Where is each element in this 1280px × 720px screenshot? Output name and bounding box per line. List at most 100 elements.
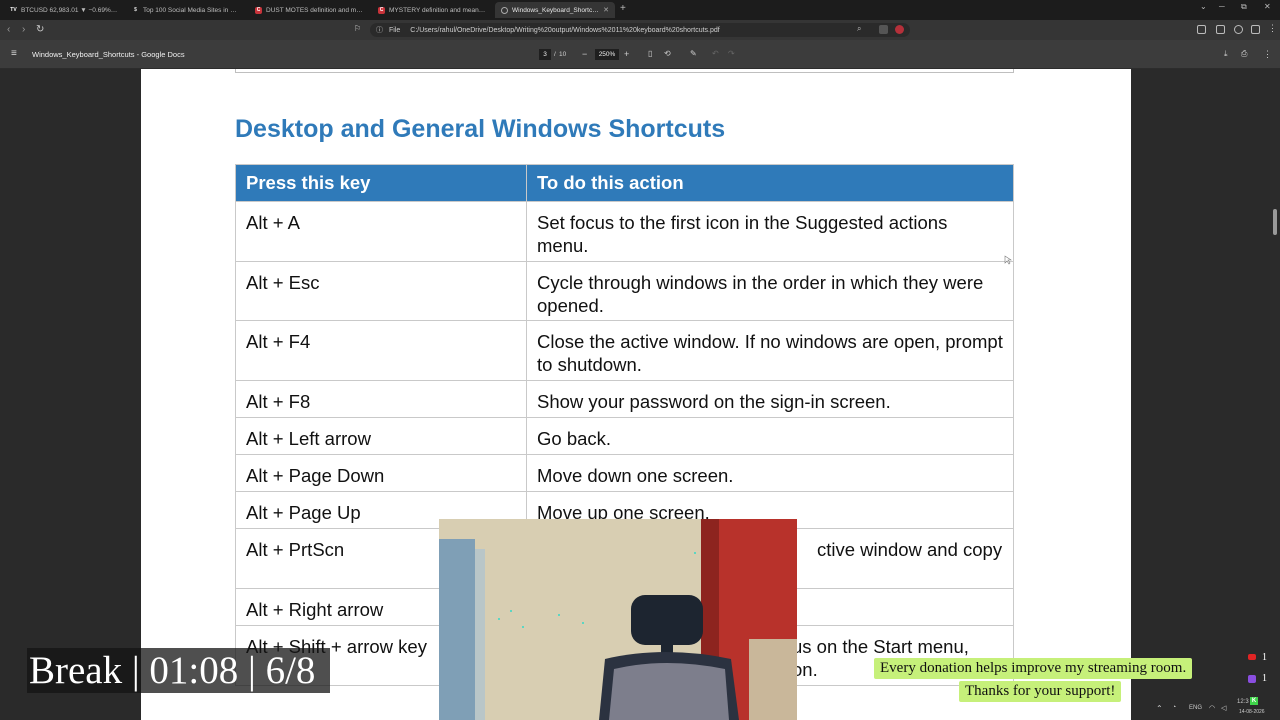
table-row: Alt + Left arrow Go back. [235,417,1014,455]
new-tab-button[interactable]: + [620,3,626,14]
table-row: Alt + A Set focus to the first icon in t… [235,201,1014,262]
download-icon[interactable]: ⤓ [1224,49,1228,59]
shield-icon[interactable] [879,25,888,34]
zoom-out-icon[interactable]: − [582,49,587,59]
tab-windows-shortcuts[interactable]: Windows_Keyboard_Shortcuts - ✕ [495,2,615,18]
donation-thanks: Thanks for your support! [959,681,1122,702]
zoom-in-icon[interactable]: + [624,49,629,59]
pdf-title: Windows_Keyboard_Shortcuts - Google Docs [32,50,185,59]
tab-mystery[interactable]: C MYSTERY definition and meaning | C [372,2,492,18]
table-row: Alt + Esc Cycle through windows in the o… [235,261,1014,321]
total-pages: 10 [559,51,567,58]
key-cell: Alt + Page Down [235,454,527,492]
clock-date[interactable]: 14-08-2026 [1239,709,1265,715]
donation-message: Every donation helps improve my streamin… [874,658,1193,679]
action-cell: Set focus to the first icon in the Sugge… [526,201,1014,262]
clock-time[interactable]: 12:3 [1237,699,1249,705]
print-icon[interactable]: ⎙ [1241,49,1247,59]
webcam-image [439,519,797,720]
vertical-scrollbar[interactable] [1270,69,1280,720]
previous-table-edge [235,69,1014,73]
tab-label: Windows_Keyboard_Shortcuts - [512,6,600,14]
tray-chevron-icon[interactable]: ⌃ [1156,704,1163,713]
tab-label: MYSTERY definition and meaning | C [389,6,486,14]
fit-page-icon[interactable]: ▯ [648,49,652,58]
zoom-level-input[interactable]: 250% [595,49,619,60]
webcam-feed [439,519,797,720]
wifi-icon[interactable]: ◠ [1209,704,1215,712]
column-header-action: To do this action [526,164,1014,202]
network-icon[interactable]: ◔ [1172,704,1176,711]
restore-button[interactable]: ⧉ [1241,2,1247,12]
app-k-icon: K [1250,697,1258,705]
key-cell: Alt + A [235,201,527,262]
table-row: Alt + F8 Show your password on the sign-… [235,380,1014,418]
globe-icon [501,6,508,14]
address-row: ‹ › ↻ ⚐ ⓘ File C:/Users/rahul/OneDrive/D… [0,20,1280,40]
sidebar-icon[interactable] [1197,25,1206,34]
key-cell: Alt + F4 [235,320,527,381]
tradingview-icon: TV [10,6,17,14]
tab-label: BTCUSD 62,983.01 ▼ −0.69% Strategy [21,6,118,14]
mouse-cursor-icon [1004,255,1012,265]
key-cell: Alt + F8 [235,380,527,418]
tab-label: DUST MOTES definition and meaning [266,6,363,14]
scheme-label: File [389,26,401,34]
zoom-icon[interactable]: ⌕ [857,24,861,34]
forward-arrow-icon[interactable]: › [22,24,25,35]
youtube-icon [1248,654,1256,660]
annotate-icon[interactable]: ✎ [690,49,697,58]
table-row: Alt + F4 Close the active window. If no … [235,320,1014,381]
action-line: us on the Start menu, [792,636,969,657]
dollar-icon: $ [134,7,137,13]
action-cell: Show your password on the sign-in screen… [526,380,1014,418]
extension-icon[interactable] [895,25,904,34]
scrollbar-thumb[interactable] [1273,209,1277,235]
key-cell: Alt + Esc [235,261,527,321]
break-timer: Break | 01:08 | 6/8 [27,648,330,693]
page-separator: / [554,51,556,58]
tab-social-media[interactable]: $ Top 100 Social Media Sites in 2026 (B [126,2,246,18]
section-heading: Desktop and General Windows Shortcuts [235,115,726,143]
page-number-input[interactable]: 3 [539,49,551,60]
tab-btcusd[interactable]: TV BTCUSD 62,983.01 ▼ −0.69% Strategy [4,2,124,18]
action-cell: Move down one screen. [526,454,1014,492]
hamburger-menu-icon[interactable]: ≡ [11,48,17,59]
vpn-icon[interactable] [1251,25,1260,34]
tab-strip: TV BTCUSD 62,983.01 ▼ −0.69% Strategy $ … [0,0,1280,20]
minimize-button[interactable]: ─ [1219,2,1225,11]
collins-icon: C [255,6,262,14]
file-icon: ⓘ [376,27,383,34]
rotate-icon[interactable]: ⟲ [664,49,671,58]
volume-icon[interactable]: ◁ [1221,704,1226,712]
column-header-key: Press this key [235,164,527,202]
close-tab-icon[interactable]: ✕ [603,6,609,14]
close-window-button[interactable]: ✕ [1264,2,1271,11]
menu-dots-icon[interactable]: ⋮ [1268,23,1277,34]
extension-puzzle-icon[interactable] [1234,25,1243,34]
wallet-icon[interactable] [1216,25,1225,34]
youtube-count: 1 [1262,652,1267,663]
collins-icon: C [378,6,385,14]
action-cell: Cycle through windows in the order in wh… [526,261,1014,321]
redo-icon[interactable]: ↷ [728,49,735,58]
undo-icon[interactable]: ↶ [712,49,719,58]
twitch-icon [1248,675,1256,683]
reload-icon[interactable]: ↻ [36,24,44,35]
address-bar[interactable]: ⓘ File C:/Users/rahul/OneDrive/Desktop/W… [370,23,910,37]
back-arrow-icon[interactable]: ‹ [7,24,10,35]
table-header-row: Press this key To do this action [235,164,1014,202]
bookmark-icon[interactable]: ⚐ [354,24,361,33]
tab-dust-motes[interactable]: C DUST MOTES definition and meaning [249,2,369,18]
url-text: C:/Users/rahul/OneDrive/Desktop/Writing%… [410,26,720,34]
language-indicator[interactable]: ENG [1189,705,1202,711]
action-cell: Close the active window. If no windows a… [526,320,1014,381]
tab-label: Top 100 Social Media Sites in 2026 (B [143,6,240,14]
more-options-icon[interactable]: ⋮ [1263,49,1272,60]
table-row: Alt + Page Down Move down one screen. [235,454,1014,492]
pdf-toolbar: ≡ Windows_Keyboard_Shortcuts - Google Do… [0,40,1280,69]
key-cell: Alt + Left arrow [235,417,527,455]
tab-search-button[interactable]: ⌄ [1200,2,1207,11]
twitch-count: 1 [1262,673,1267,684]
action-cell: Go back. [526,417,1014,455]
